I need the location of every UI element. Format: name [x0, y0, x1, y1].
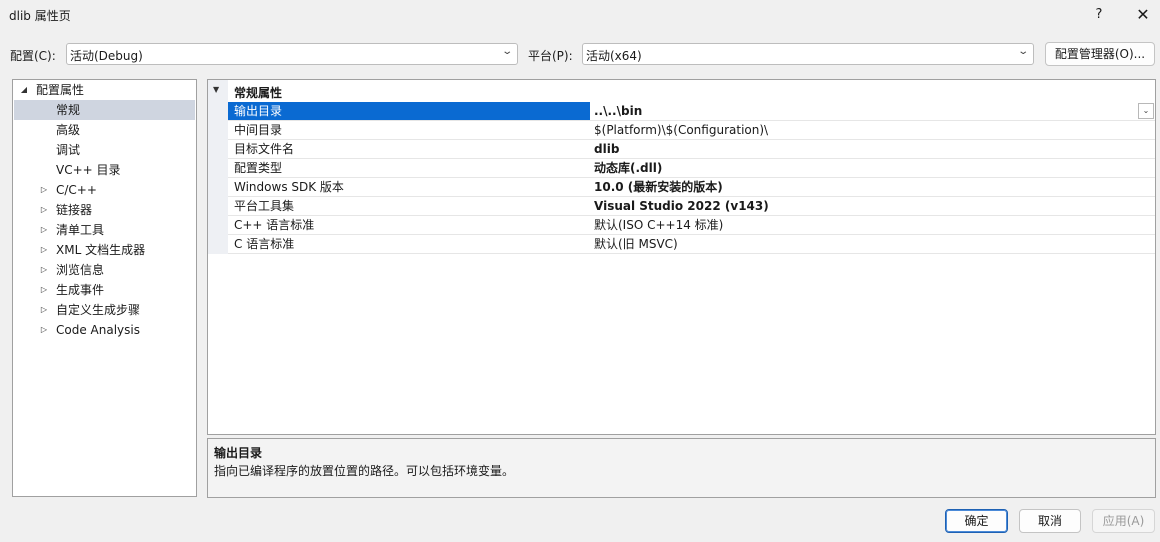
tree-root-label: 配置属性: [36, 83, 85, 97]
tree-item[interactable]: 高级: [14, 120, 195, 140]
config-label: 配置(C):: [10, 49, 56, 63]
property-grid: ▼ 常规属性 输出目录 ..\..\bin ⌄ 中间目录 $(Platform)\$(C…: [207, 79, 1156, 435]
triangle-right-icon[interactable]: ▷: [38, 240, 50, 260]
property-name: 平台工具集: [234, 199, 295, 213]
tree-item-label: Code Analysis: [56, 323, 140, 337]
triangle-right-icon[interactable]: ▷: [38, 320, 50, 340]
tree-item[interactable]: ▷ C/C++: [14, 180, 195, 200]
tree-item-label: 高级: [56, 123, 81, 137]
property-row[interactable]: C 语言标准 默认(旧 MSVC): [228, 235, 1155, 254]
tree-item-label: 常规: [56, 103, 81, 117]
tree-item[interactable]: ▷ 浏览信息: [14, 260, 195, 280]
tree-item[interactable]: VC++ 目录: [14, 160, 195, 180]
property-name: C 语言标准: [234, 237, 295, 251]
triangle-right-icon[interactable]: ▷: [38, 300, 50, 320]
tree-item[interactable]: ▷ 自定义生成步骤: [14, 300, 195, 320]
grid-gutter: [208, 80, 228, 254]
property-row[interactable]: C++ 语言标准 默认(ISO C++14 标准): [228, 216, 1155, 235]
property-row[interactable]: 中间目录 $(Platform)\$(Configuration)\: [228, 121, 1155, 140]
triangle-right-icon[interactable]: ▷: [38, 220, 50, 240]
description-text: 指向已编译程序的放置位置的路径。可以包括环境变量。: [214, 464, 515, 478]
triangle-down-icon[interactable]: ▼: [213, 85, 219, 94]
property-name: 目标文件名: [234, 142, 295, 156]
tree-root-config-properties[interactable]: ◢ 配置属性: [14, 80, 195, 100]
property-name: C++ 语言标准: [234, 218, 315, 232]
window-title: dlib 属性页: [9, 9, 71, 23]
tree-item-label: XML 文档生成器: [56, 243, 146, 257]
tree-item-label: 清单工具: [56, 223, 105, 237]
property-value: 默认(ISO C++14 标准): [594, 218, 724, 232]
tree-item-label: 浏览信息: [56, 263, 105, 277]
tree-item[interactable]: 调试: [14, 140, 195, 160]
tree-item-label: 自定义生成步骤: [56, 303, 141, 317]
property-row[interactable]: 平台工具集 Visual Studio 2022 (v143): [228, 197, 1155, 216]
config-manager-button[interactable]: 配置管理器(O)...: [1045, 42, 1155, 66]
tree-item-label: 链接器: [56, 203, 93, 217]
ok-button[interactable]: 确定: [945, 509, 1008, 533]
property-row[interactable]: 目标文件名 dlib: [228, 140, 1155, 159]
chevron-down-icon: ⌄: [500, 46, 513, 57]
triangle-right-icon[interactable]: ▷: [38, 280, 50, 300]
tree-item-label: 调试: [56, 143, 81, 157]
config-value: 活动(Debug): [70, 49, 143, 63]
tree-item-label: C/C++: [56, 183, 97, 197]
property-value: dlib: [594, 142, 620, 156]
tree-item[interactable]: ▷ XML 文档生成器: [14, 240, 195, 260]
category-header: 常规属性: [234, 86, 283, 100]
tree-item[interactable]: ▷ 生成事件: [14, 280, 195, 300]
property-value: Visual Studio 2022 (v143): [594, 199, 769, 213]
platform-dropdown[interactable]: 活动(x64) ⌄: [582, 43, 1034, 65]
property-name: 输出目录: [228, 102, 590, 120]
property-value: $(Platform)\$(Configuration)\: [594, 123, 769, 137]
property-row[interactable]: 输出目录 ..\..\bin ⌄: [228, 102, 1155, 121]
property-name: 中间目录: [234, 123, 283, 137]
property-tree: ◢ 配置属性 常规高级调试 VC++ 目录 ▷ C/C++ ▷ 链接器 ▷ 清单工具 ▷ XML …: [12, 79, 197, 497]
description-title: 输出目录: [214, 446, 263, 460]
property-value: 动态库(.dll): [594, 161, 663, 175]
chevron-down-icon: ⌄: [1016, 46, 1029, 57]
apply-button[interactable]: 应用(A): [1092, 509, 1155, 533]
property-value: ..\..\bin: [594, 104, 643, 118]
help-button[interactable]: ?: [1084, 3, 1114, 27]
chevron-down-icon[interactable]: ⌄: [1138, 103, 1154, 119]
cancel-button[interactable]: 取消: [1019, 509, 1081, 533]
tree-item-label: VC++ 目录: [56, 163, 121, 177]
property-row[interactable]: Windows SDK 版本 10.0 (最新安装的版本): [228, 178, 1155, 197]
property-value: 10.0 (最新安装的版本): [594, 180, 723, 194]
platform-value: 活动(x64): [586, 49, 642, 63]
triangle-down-icon[interactable]: ◢: [18, 80, 30, 100]
tree-item[interactable]: 常规: [14, 100, 195, 120]
triangle-right-icon[interactable]: ▷: [38, 180, 50, 200]
config-dropdown[interactable]: 活动(Debug) ⌄: [66, 43, 518, 65]
tree-item-label: 生成事件: [56, 283, 105, 297]
property-name: 配置类型: [234, 161, 283, 175]
triangle-right-icon[interactable]: ▷: [38, 200, 50, 220]
property-value: 默认(旧 MSVC): [594, 237, 678, 251]
tree-item[interactable]: ▷ 链接器: [14, 200, 195, 220]
property-row[interactable]: 配置类型 动态库(.dll): [228, 159, 1155, 178]
description-pane: 输出目录 指向已编译程序的放置位置的路径。可以包括环境变量。: [207, 438, 1156, 498]
title-bar: dlib 属性页 ? ✕: [0, 0, 1160, 32]
close-button[interactable]: ✕: [1128, 3, 1158, 27]
platform-label: 平台(P):: [528, 49, 573, 63]
tree-item[interactable]: ▷ Code Analysis: [14, 320, 195, 340]
property-name: Windows SDK 版本: [234, 180, 344, 194]
tree-item[interactable]: ▷ 清单工具: [14, 220, 195, 240]
triangle-right-icon[interactable]: ▷: [38, 260, 50, 280]
